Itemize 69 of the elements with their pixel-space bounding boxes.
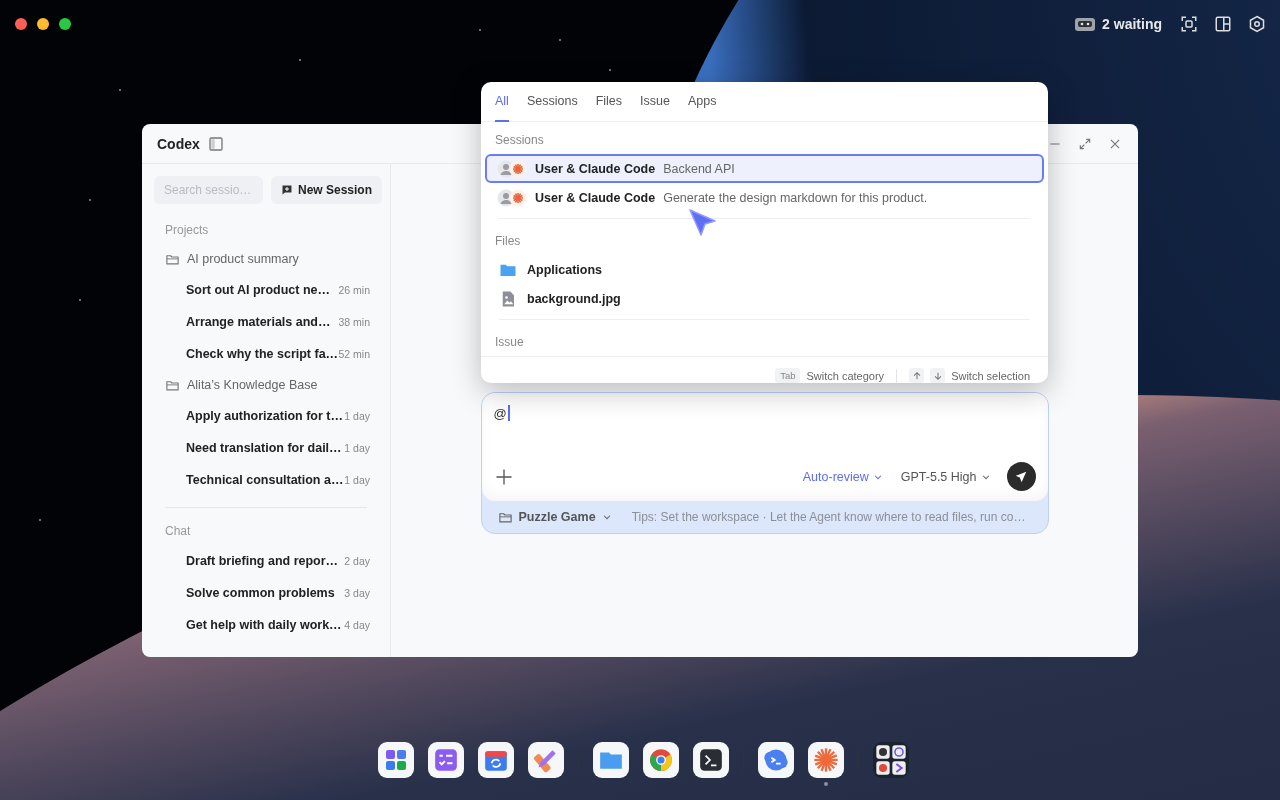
session-item[interactable]: Solve common problems 3 day: [154, 577, 378, 609]
session-participants: User & Claude Code: [535, 190, 656, 205]
session-item[interactable]: Apply authorization for t…1 day: [154, 400, 378, 432]
session-result[interactable]: User & Claude Code Generate the design markdown for this product.: [485, 183, 1044, 212]
robot-icon: [1074, 15, 1097, 33]
session-item[interactable]: Arrange materials and… 38 min: [154, 306, 378, 338]
settings-icon[interactable]: [1248, 15, 1266, 33]
session-item[interactable]: Technical consultation a…1 day: [154, 464, 378, 496]
app-folder-icon: [874, 744, 907, 776]
dock-app[interactable]: [872, 742, 909, 778]
app-grid-icon: [383, 748, 408, 772]
category-tab[interactable]: Sessions: [526, 82, 578, 122]
session-name: Generate the design markdown for this product.: [663, 190, 928, 205]
scan-icon[interactable]: [1180, 15, 1198, 33]
section-label: Sessions: [494, 132, 545, 149]
section-label: Issue: [494, 334, 525, 351]
dock-app[interactable]: [427, 742, 464, 778]
category-tab[interactable]: Apps: [687, 82, 717, 122]
key-hint: Tab: [775, 368, 801, 383]
model-dropdown[interactable]: GPT-5.5 High: [898, 469, 993, 484]
send-icon: [1014, 469, 1028, 484]
session-result[interactable]: User & Claude Code Backend API: [485, 154, 1044, 183]
session-item[interactable]: Get help with daily work… 4 day: [154, 609, 378, 641]
hint-text: Switch category: [806, 369, 885, 382]
avatar-pair-icon: [497, 159, 527, 178]
new-session-button[interactable]: New Session: [271, 176, 382, 204]
pencil-ruler-icon: [532, 747, 559, 773]
dock-app[interactable]: [692, 742, 729, 778]
file-result[interactable]: Applications: [527, 262, 602, 277]
avatar-pair-icon: [497, 188, 527, 207]
expand-icon[interactable]: [1078, 136, 1092, 151]
dock-app[interactable]: [477, 742, 514, 778]
section-label: Chat: [164, 523, 192, 540]
session-item[interactable]: Draft briefing and repor… 2 day: [154, 545, 378, 577]
section-label: Files: [494, 233, 522, 250]
terminal-icon: [697, 747, 724, 773]
dock-app[interactable]: [807, 742, 844, 778]
session-item[interactable]: Check why the script fa…52 min: [154, 338, 378, 370]
project-name[interactable]: Alita’s Knowledge Base: [187, 378, 318, 392]
hint-text: Switch selection: [951, 369, 1030, 382]
chevron-down-icon: [601, 512, 612, 522]
dock-app[interactable]: [592, 742, 629, 778]
layout-icon[interactable]: [1214, 15, 1232, 33]
workspace-dropdown[interactable]: Puzzle Game: [497, 509, 612, 525]
tip-text: Tips: Set the workspace · Let the Agent know where to read files, run co…: [631, 510, 1026, 524]
message-input[interactable]: @: [493, 403, 1036, 423]
dock-app[interactable]: [757, 742, 794, 778]
dock-app[interactable]: [527, 742, 564, 778]
dock-app[interactable]: [377, 742, 414, 778]
file-result[interactable]: background.jpg: [527, 291, 621, 306]
waiting-indicator[interactable]: 2 waiting: [1072, 15, 1164, 33]
asterisk-icon: [811, 746, 840, 774]
category-tab[interactable]: Files: [595, 82, 623, 122]
session-participants: User & Claude Code: [535, 161, 656, 176]
dock-app[interactable]: [642, 742, 679, 778]
category-tab[interactable]: All: [495, 82, 509, 122]
session-item[interactable]: Sort out AI product ne… 26 min: [154, 274, 378, 306]
review-dropdown[interactable]: Auto-review: [800, 469, 885, 484]
project-name[interactable]: AI product summary: [187, 252, 299, 266]
session-name: Backend API: [663, 161, 735, 176]
category-tab[interactable]: Issue: [640, 82, 670, 122]
new-chat-icon: [281, 183, 293, 197]
checklist-icon: [432, 747, 459, 773]
browser-icon: [647, 747, 674, 773]
session-item[interactable]: Need translation for dail… 1 day: [154, 432, 378, 464]
section-label: Projects: [164, 222, 210, 239]
window-title: Codex: [157, 135, 200, 152]
send-button[interactable]: [1006, 462, 1036, 491]
sidebar-toggle-icon[interactable]: [207, 135, 224, 152]
